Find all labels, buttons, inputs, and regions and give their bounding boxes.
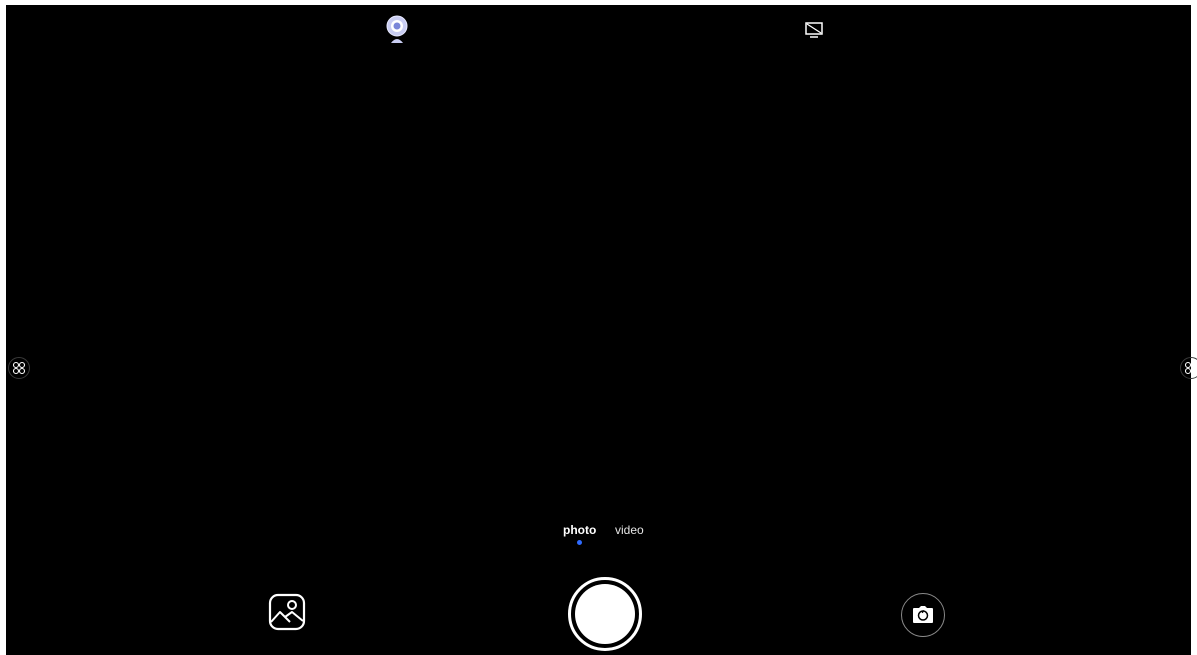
grid-icon[interactable] [8, 357, 30, 379]
shutter-core [575, 584, 635, 644]
mode-video-tab[interactable]: video [615, 523, 644, 537]
mode-photo-tab[interactable]: photo [563, 523, 596, 537]
selected-mode-indicator [577, 540, 582, 545]
webcam-icon[interactable] [386, 15, 408, 45]
switch-camera-icon[interactable] [901, 593, 945, 637]
cast-off-icon[interactable] [804, 21, 824, 41]
gallery-icon[interactable] [268, 593, 306, 631]
camera-viewfinder: photo video [6, 5, 1197, 655]
shutter-button[interactable] [568, 577, 642, 651]
grid-icon[interactable] [1180, 357, 1197, 379]
